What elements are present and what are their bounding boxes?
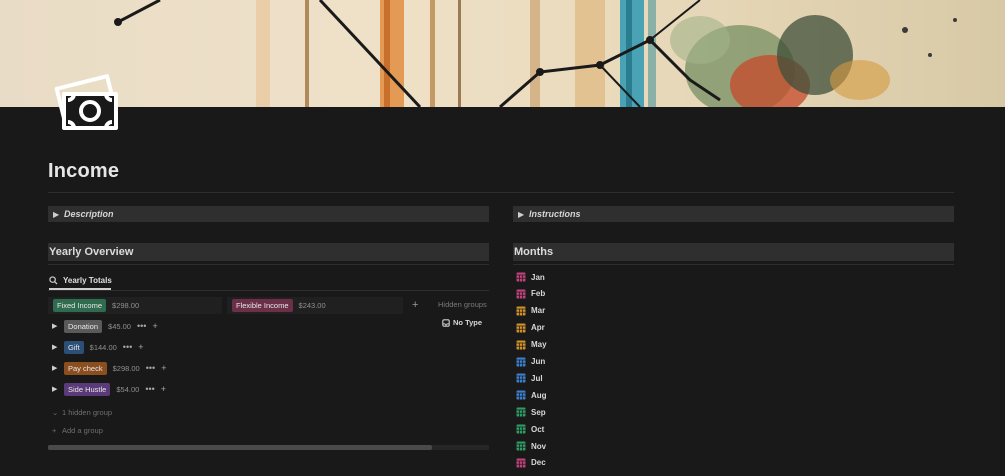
view-tab-yearly-totals[interactable]: Yearly Totals (49, 272, 112, 289)
months-title: Months (514, 246, 554, 258)
more-options-icon[interactable]: ••• (123, 342, 132, 352)
yearly-overview-heading: Yearly Overview (48, 243, 489, 261)
hidden-group-label: 1 hidden group (62, 408, 113, 417)
scrollbar-thumb[interactable] (48, 445, 432, 450)
more-options-icon[interactable]: ••• (145, 384, 154, 394)
calendar-icon (516, 340, 526, 350)
calendar-icon (516, 441, 526, 451)
more-options-icon[interactable]: ••• (146, 363, 155, 373)
page-title: Income (48, 160, 120, 182)
instructions-toggle[interactable]: ▶ Instructions (513, 206, 954, 222)
month-label: Sep (531, 407, 546, 417)
expand-arrow-icon[interactable]: ▶ (52, 385, 64, 393)
tag-fixed-income: Fixed Income (53, 299, 107, 312)
month-label: Jan (531, 272, 545, 282)
calendar-icon (516, 458, 526, 468)
chevron-down-icon: ⌄ (52, 408, 59, 417)
month-label: Jul (531, 373, 543, 383)
month-label: Jun (531, 357, 546, 366)
calendar-icon (516, 289, 526, 299)
expand-arrow-icon[interactable]: ▶ (52, 343, 64, 351)
month-item-jul[interactable]: Jul (516, 372, 543, 384)
expand-arrow-icon[interactable]: ▶ (52, 364, 64, 372)
calendar-icon (516, 390, 526, 400)
month-item-aug[interactable]: Aug (516, 389, 547, 401)
tag-side-hustle: Side Hustle (64, 382, 111, 396)
group-total: $144.00 (89, 342, 117, 352)
add-item-button[interactable]: + (161, 363, 166, 373)
group-total: $54.00 (116, 384, 140, 394)
month-item-dec[interactable]: Dec (516, 457, 546, 469)
calendar-icon (516, 407, 526, 417)
instructions-label: Instructions (529, 209, 581, 219)
add-item-button[interactable]: + (152, 321, 157, 331)
toggle-arrow-icon: ▶ (53, 209, 60, 219)
expand-arrow-icon[interactable]: ▶ (52, 322, 64, 330)
hidden-group-toggle[interactable]: ⌄ 1 hidden group (52, 408, 112, 417)
month-label: Feb (531, 289, 546, 299)
group-total: $298.00 (112, 363, 140, 373)
hidden-groups-label[interactable]: Hidden groups (438, 300, 487, 309)
toggle-arrow-icon: ▶ (518, 209, 525, 219)
add-group-label: Add a group (62, 426, 103, 435)
month-item-jan[interactable]: Jan (516, 271, 545, 283)
search-icon (49, 276, 58, 285)
add-item-button[interactable]: + (138, 342, 143, 352)
month-label: Oct (531, 424, 545, 434)
tag-gift: Gift (64, 340, 84, 354)
section-divider (48, 264, 489, 265)
month-item-jun[interactable]: Jun (516, 356, 545, 368)
group-row-gift[interactable]: ▶ Gift $144.00 ••• + (52, 340, 144, 354)
tag-donation: Donation (64, 319, 103, 333)
month-item-mar[interactable]: Mar (516, 305, 545, 317)
month-item-nov[interactable]: Nov (516, 440, 546, 452)
month-item-apr[interactable]: Apr (516, 322, 545, 334)
money-icon[interactable] (52, 68, 122, 132)
inbox-icon (442, 318, 450, 327)
group-row-pay-check[interactable]: ▶ Pay check $298.00 ••• + (52, 361, 166, 375)
months-heading: Months (513, 243, 954, 261)
calendar-icon (516, 323, 526, 333)
description-label: Description (64, 209, 114, 219)
group-total: $45.00 (108, 321, 131, 331)
month-label: Mar (531, 306, 546, 316)
view-tab-label: Yearly Totals (63, 276, 112, 285)
month-item-oct[interactable]: Oct (516, 423, 544, 435)
calendar-icon (516, 357, 526, 366)
month-label: May (531, 340, 547, 350)
month-label: Aug (531, 390, 547, 400)
plus-icon: + (52, 426, 57, 435)
title-divider (48, 192, 954, 193)
tag-pay-check: Pay check (64, 361, 107, 375)
calendar-icon (516, 272, 526, 282)
add-group-button[interactable]: + Add a group (52, 426, 103, 435)
month-label: Dec (531, 458, 546, 468)
view-divider (48, 290, 489, 291)
column-fixed-income[interactable]: Fixed Income $298.00 (48, 297, 222, 314)
calendar-icon (516, 373, 526, 383)
column-total: $243.00 (298, 301, 326, 310)
no-type-label: No Type (453, 318, 483, 327)
calendar-icon (516, 306, 526, 316)
more-options-icon[interactable]: ••• (137, 321, 146, 331)
calendar-icon (516, 424, 526, 434)
add-item-button[interactable]: + (161, 384, 166, 394)
month-item-may[interactable]: May (516, 339, 547, 351)
month-item-feb[interactable]: Feb (516, 288, 545, 300)
column-total: $298.00 (112, 301, 140, 310)
month-item-sep[interactable]: Sep (516, 406, 546, 418)
group-row-side-hustle[interactable]: ▶ Side Hustle $54.00 ••• + (52, 382, 166, 396)
month-label: Apr (531, 323, 545, 333)
yearly-overview-title: Yearly Overview (49, 246, 134, 258)
cover-image (0, 0, 1005, 107)
tag-flexible-income: Flexible Income (232, 299, 293, 312)
add-column-button[interactable]: + (412, 299, 418, 311)
description-toggle[interactable]: ▶ Description (48, 206, 489, 222)
column-flexible-income[interactable]: Flexible Income $243.00 (227, 297, 403, 314)
group-row-donation[interactable]: ▶ Donation $45.00 ••• + (52, 319, 158, 333)
month-label: Nov (531, 441, 547, 451)
section-divider (513, 264, 954, 265)
no-type-group[interactable]: No Type (442, 318, 482, 327)
